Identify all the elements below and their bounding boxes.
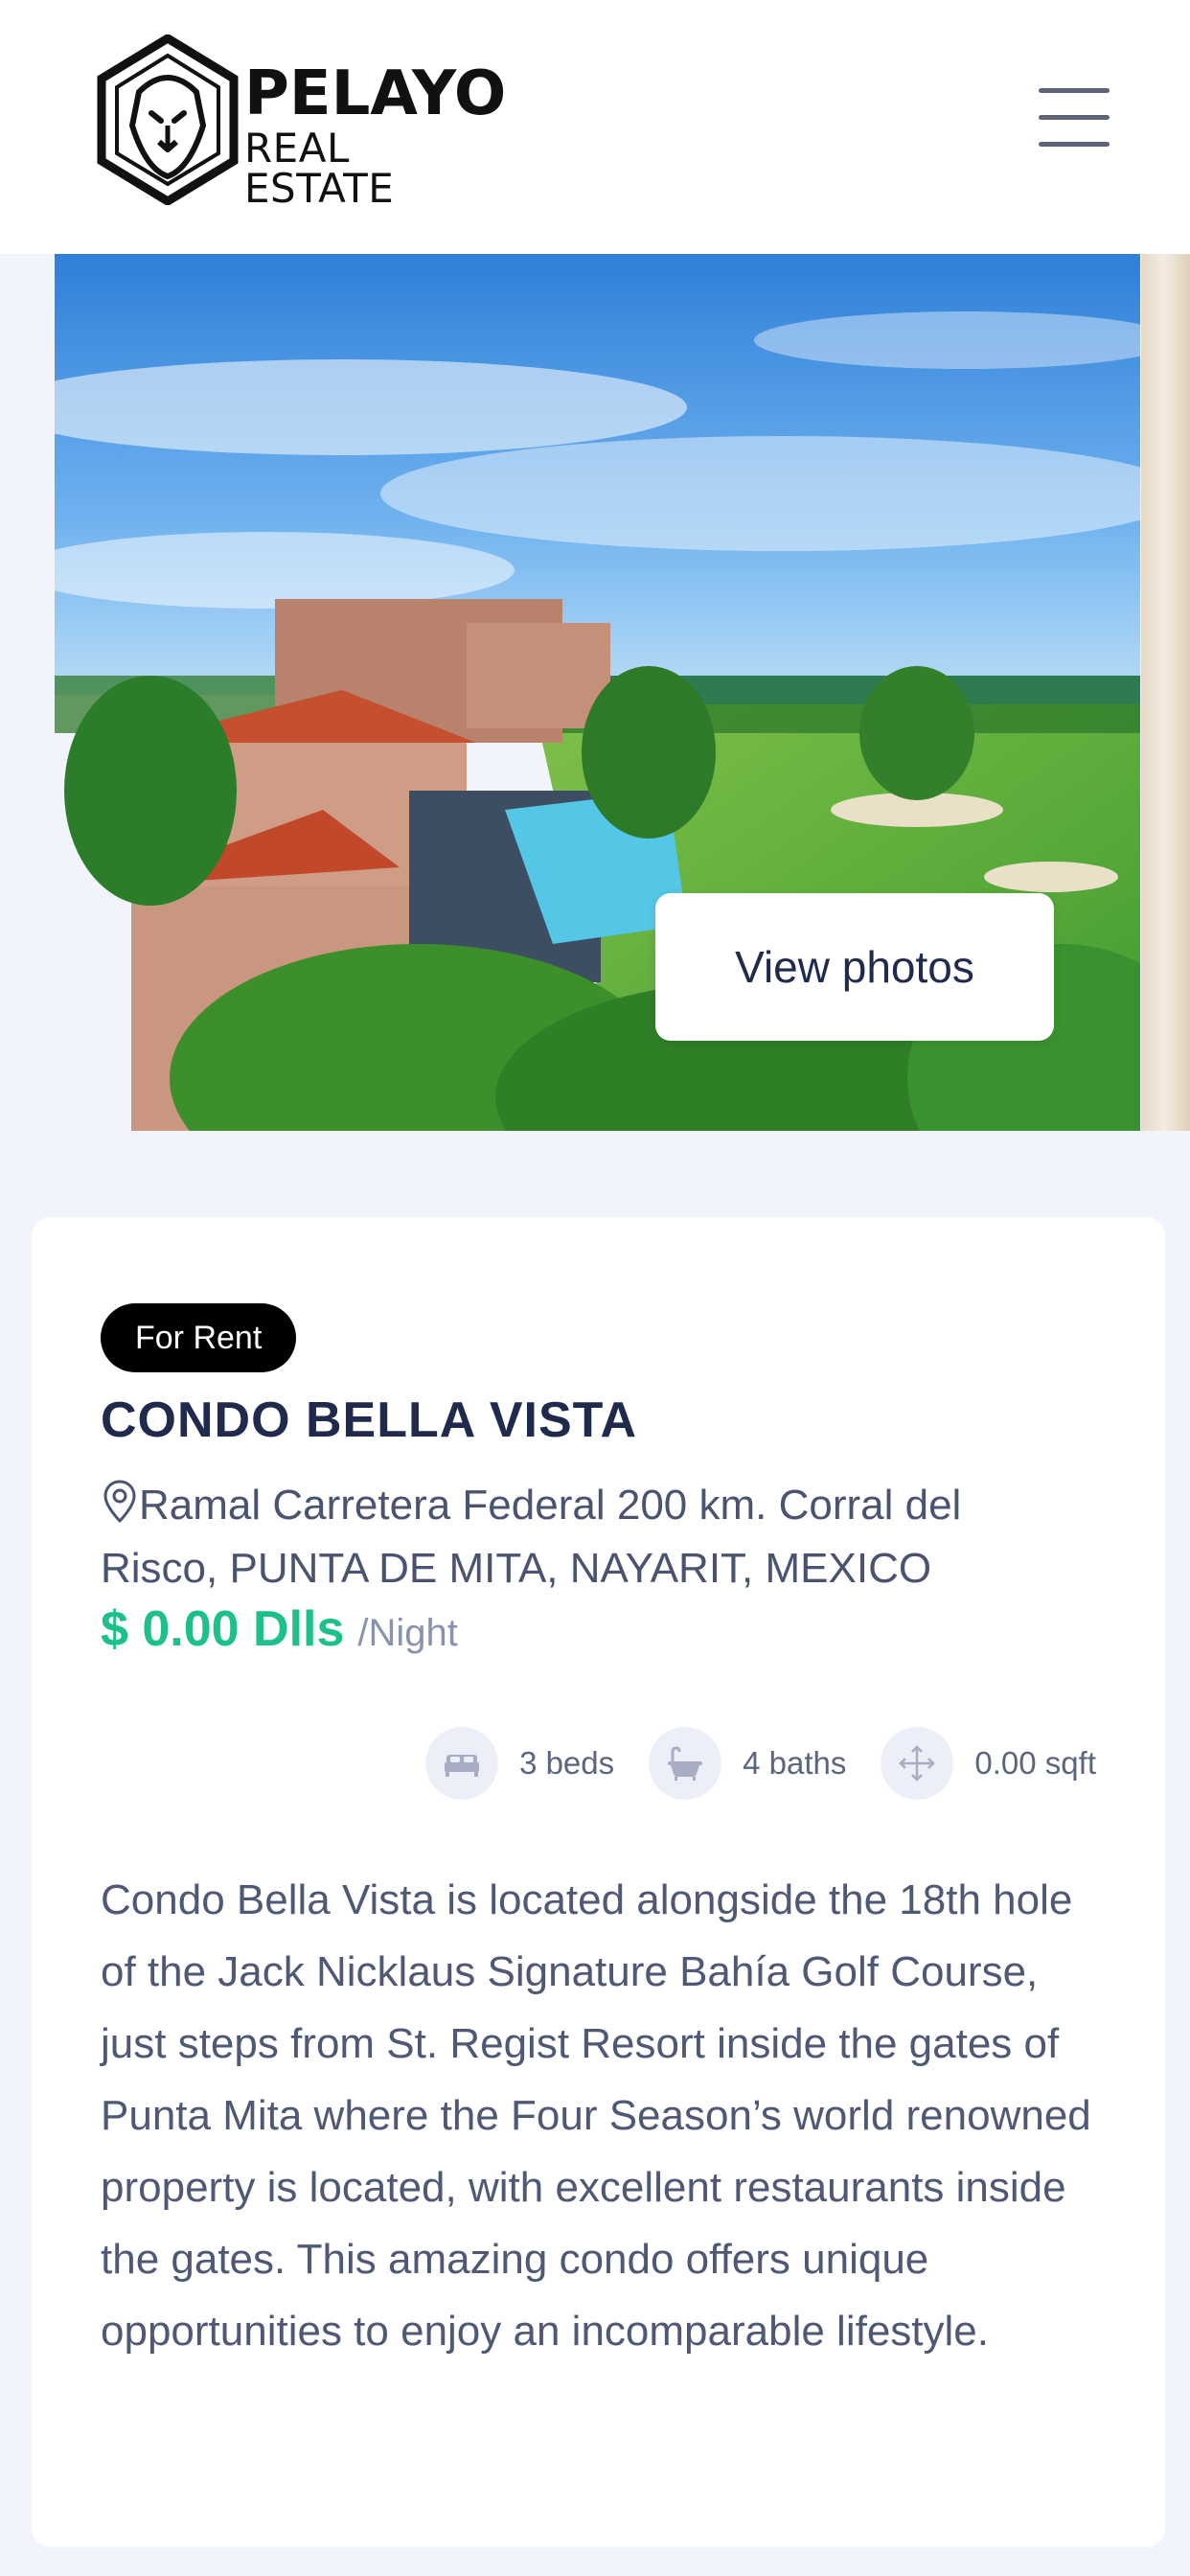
listing-address: Ramal Carretera Federal 200 km. Corral d… xyxy=(101,1474,1087,1600)
area-arrows-icon xyxy=(881,1727,954,1800)
feature-beds: 3 beds xyxy=(425,1727,614,1800)
bed-icon xyxy=(425,1727,499,1800)
listing-price: $ 0.00 Dlls xyxy=(101,1601,345,1657)
address-text: Ramal Carretera Federal 200 km. Corral d… xyxy=(101,1482,962,1592)
listing-title: CONDO BELLA VISTA xyxy=(101,1392,638,1448)
location-pin-icon xyxy=(103,1480,136,1524)
brand-name: PELAYO xyxy=(244,58,507,129)
pelayo-logo[interactable]: PELAYO REAL ESTATE xyxy=(96,34,506,209)
lion-shield-icon xyxy=(97,34,239,205)
baths-label: 4 baths xyxy=(743,1745,847,1781)
next-photo-peek[interactable] xyxy=(1141,254,1190,1131)
listing-features: 3 beds 4 baths 0.00 sqft xyxy=(425,1727,1096,1800)
feature-baths: 4 baths xyxy=(649,1727,846,1800)
price-row: $ 0.00 Dlls/Night xyxy=(101,1600,458,1658)
menu-line xyxy=(1039,88,1110,93)
bathtub-icon xyxy=(649,1727,722,1800)
beds-label: 3 beds xyxy=(519,1745,615,1781)
area-label: 0.00 sqft xyxy=(974,1745,1096,1781)
menu-line xyxy=(1039,115,1110,120)
site-header: PELAYO REAL ESTATE xyxy=(0,0,1190,254)
brand-wordmark: PELAYO REAL ESTATE xyxy=(244,63,506,209)
price-unit: /Night xyxy=(357,1612,458,1654)
brand-tagline: REAL ESTATE xyxy=(244,125,395,212)
status-badge: For Rent xyxy=(101,1303,297,1372)
listing-description: Condo Bella Vista is located alongside t… xyxy=(101,1876,1091,2355)
hamburger-menu-button[interactable] xyxy=(1035,88,1111,148)
menu-line xyxy=(1039,142,1110,147)
listing-card: For Rent CONDO BELLA VISTA Ramal Carrete… xyxy=(32,1217,1165,2547)
view-photos-button[interactable]: View photos xyxy=(655,893,1054,1041)
feature-area: 0.00 sqft xyxy=(881,1727,1096,1800)
